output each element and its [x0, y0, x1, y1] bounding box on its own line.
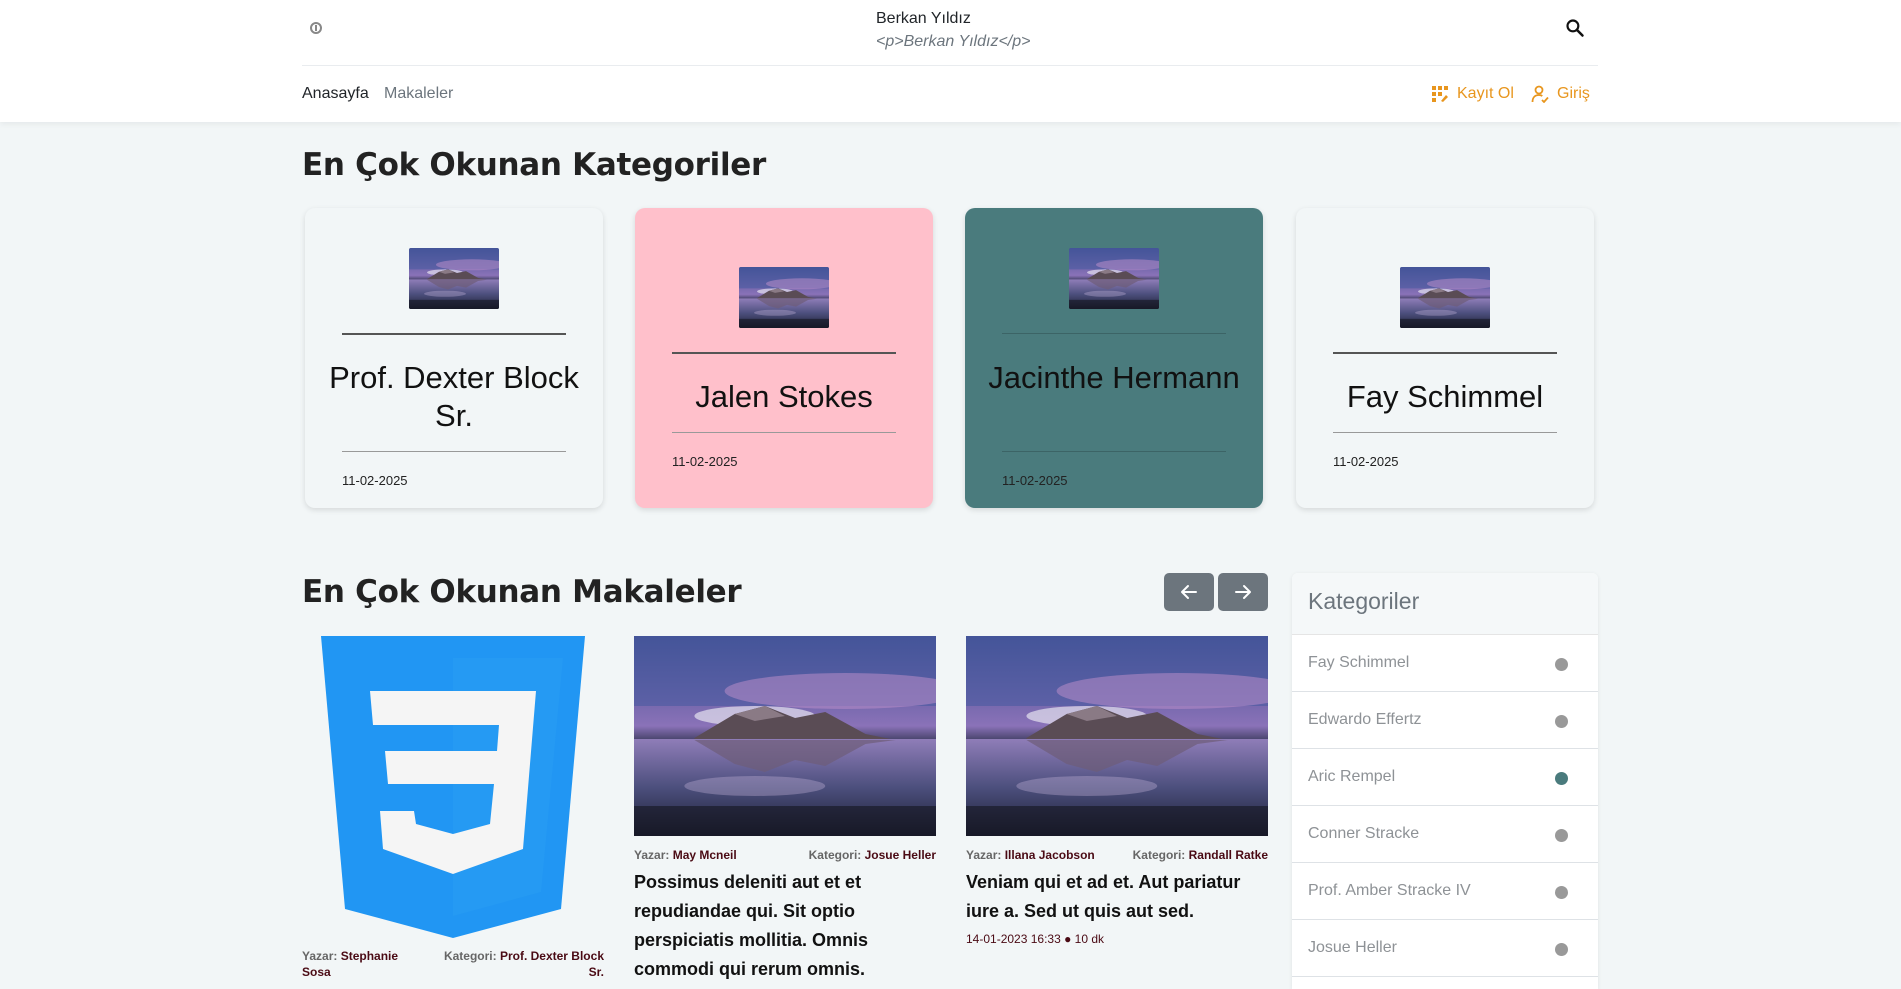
- header-top-row: Berkan Yıldız <p>Berkan Yıldız</p>: [302, 0, 1598, 66]
- sidebar-title: Kategoriler: [1292, 573, 1598, 635]
- card-divider: [342, 451, 566, 452]
- card-divider: [1333, 432, 1557, 433]
- author-label: Yazar:: [302, 949, 338, 963]
- category-cards: Prof. Dexter Block Sr. 11-02-2025 Jalen …: [302, 208, 1598, 510]
- arrow-right-icon: [1235, 585, 1251, 599]
- article-author[interactable]: Illana Jacobson: [1005, 848, 1095, 862]
- arrow-left-icon: [1181, 585, 1197, 599]
- category-card-date: 11-02-2025: [342, 473, 408, 488]
- carousel-prev-button[interactable]: [1164, 573, 1214, 611]
- article-meta: Yazar: Illana Jacobson Kategori: Randall…: [966, 847, 1268, 863]
- status-dot: [1555, 886, 1568, 899]
- login-label: Giriş: [1557, 85, 1590, 102]
- article-category[interactable]: Randall Ratke: [1189, 848, 1268, 862]
- category-card-image: [409, 248, 499, 309]
- categories-section-title: En Çok Okunan Kategoriler: [302, 147, 767, 183]
- sidebar-item-label: Prof. Amber Stracke IV: [1308, 882, 1471, 899]
- article-title[interactable]: Possimus deleniti aut et et repudiandae …: [634, 868, 936, 984]
- sidebar-item-category[interactable]: Prof. Amber Stracke IV: [1292, 863, 1598, 920]
- category-card-name: Fay Schimmel: [1346, 379, 1544, 414]
- category-card[interactable]: Prof. Dexter Block Sr. 11-02-2025: [305, 208, 603, 508]
- sidebar-item-label: Edwardo Effertz: [1308, 711, 1422, 728]
- article-category[interactable]: Josue Heller: [865, 848, 936, 862]
- article-title[interactable]: Veniam qui et ad et. Aut pariatur iure a…: [966, 868, 1268, 926]
- site-title: Berkan Yıldız: [876, 10, 971, 27]
- register-icon: [1432, 86, 1448, 102]
- nav-home-link[interactable]: Anasayfa: [302, 85, 369, 103]
- articles-section-title: En Çok Okunan Makaleler: [302, 574, 742, 610]
- category-card-name: Jacinthe Hermann: [988, 360, 1240, 395]
- sidebar-item-category[interactable]: Edwardo Effertz: [1292, 692, 1598, 749]
- site-subtitle: <p>Berkan Yıldız</p>: [876, 33, 1031, 50]
- category-label: Kategori:: [1132, 848, 1186, 862]
- card-divider: [342, 333, 566, 335]
- category-card[interactable]: Fay Schimmel 11-02-2025: [1296, 208, 1594, 508]
- article-author[interactable]: May Mcneil: [673, 848, 737, 862]
- category-card-name: Jalen Stokes: [695, 379, 873, 414]
- category-card-name: Prof. Dexter Block Sr.: [329, 360, 579, 433]
- card-divider: [672, 352, 896, 354]
- card-divider: [1002, 451, 1226, 452]
- category-card-date: 11-02-2025: [1333, 454, 1399, 469]
- site-header: Berkan Yıldız <p>Berkan Yıldız</p> Anasa…: [0, 0, 1901, 122]
- category-card-date: 11-02-2025: [672, 454, 738, 469]
- status-dot: [1555, 658, 1568, 671]
- nav-articles-link[interactable]: Makaleler: [384, 85, 453, 103]
- sidebar-item-label: Josue Heller: [1308, 939, 1397, 956]
- article-card[interactable]: Yazar: Stephanie Sosa Kategori: Prof. De…: [302, 636, 604, 980]
- category-card[interactable]: Jalen Stokes 11-02-2025: [635, 208, 933, 508]
- article-card[interactable]: Yazar: Illana Jacobson Kategori: Randall…: [966, 636, 1268, 946]
- article-date: 14-01-2023 16:33 ● 10 dk: [966, 932, 1105, 946]
- sidebar-item-label: Fay Schimmel: [1308, 654, 1410, 671]
- card-divider: [1002, 333, 1226, 334]
- categories-sidebar: Kategoriler Fay Schimmel Edwardo Effertz…: [1292, 573, 1598, 989]
- search-icon[interactable]: [1565, 18, 1585, 38]
- sidebar-item-label: Aric Rempel: [1308, 768, 1396, 785]
- article-card[interactable]: Yazar: May Mcneil Kategori: Josue Heller…: [634, 636, 936, 984]
- article-image: [634, 636, 936, 836]
- article-image: [966, 636, 1268, 836]
- author-label: Yazar:: [634, 848, 670, 862]
- status-dot: [1555, 829, 1568, 842]
- sidebar-item-category[interactable]: Aric Rempel: [1292, 749, 1598, 806]
- carousel-next-button[interactable]: [1218, 573, 1268, 611]
- article-category[interactable]: Prof. Dexter Block Sr.: [500, 949, 604, 979]
- card-divider: [672, 432, 896, 433]
- sidebar-item-category[interactable]: Fay Schimmel: [1292, 635, 1598, 692]
- category-label: Kategori:: [443, 949, 497, 963]
- user-check-icon: [1531, 85, 1549, 103]
- sidebar-item-category[interactable]: Conner Stracke: [1292, 806, 1598, 863]
- author-label: Yazar:: [966, 848, 1002, 862]
- logo-icon[interactable]: [310, 22, 322, 34]
- css3-logo-image: [302, 636, 604, 938]
- article-meta: Yazar: May Mcneil Kategori: Josue Heller: [634, 847, 936, 863]
- status-dot: [1555, 715, 1568, 728]
- category-card-image: [1069, 248, 1159, 309]
- sidebar-item-label: Conner Stracke: [1308, 825, 1420, 842]
- category-label: Kategori:: [808, 848, 862, 862]
- register-label: Kayıt Ol: [1457, 85, 1514, 102]
- category-card-image: [1400, 267, 1490, 328]
- main-nav: Anasayfa Makaleler Kayıt Ol Giriş: [302, 66, 1598, 122]
- sidebar-item-category[interactable]: Josue Heller: [1292, 920, 1598, 977]
- login-link[interactable]: Giriş: [1531, 85, 1590, 103]
- status-dot: [1555, 943, 1568, 956]
- status-dot: [1555, 772, 1568, 785]
- category-card-image: [739, 267, 829, 328]
- card-divider: [1333, 352, 1557, 354]
- article-meta: Yazar: Stephanie Sosa Kategori: Prof. De…: [302, 948, 604, 980]
- register-link[interactable]: Kayıt Ol: [1431, 85, 1514, 103]
- category-card-date: 11-02-2025: [1002, 473, 1068, 488]
- category-card[interactable]: Jacinthe Hermann 11-02-2025: [965, 208, 1263, 508]
